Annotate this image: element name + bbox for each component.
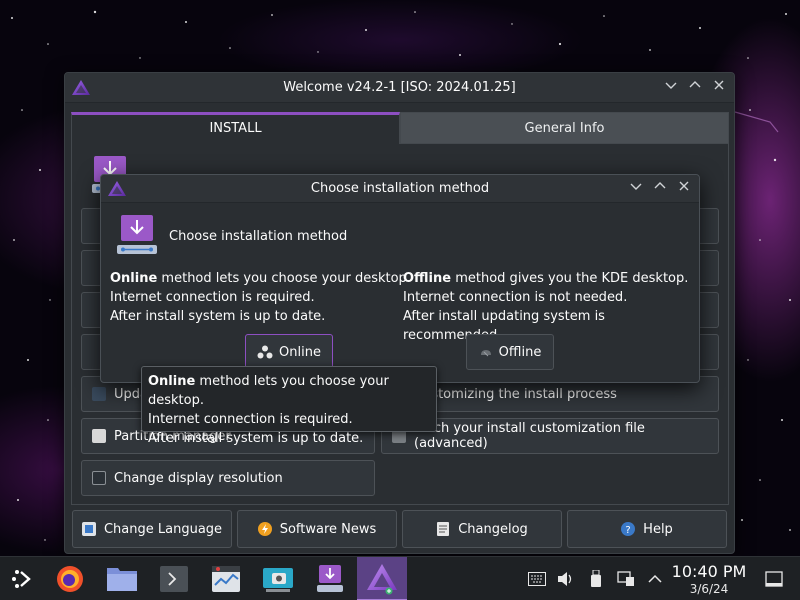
taskbar: 10:40 PM 3/6/24 [0,556,800,600]
fetch-customization-label: Fetch your install customization file (a… [414,421,645,451]
system-monitor-icon [212,566,240,592]
change-resolution-label: Change display resolution [114,470,283,486]
tray-usb[interactable] [586,569,606,589]
clock-date: 3/6/24 [689,582,729,596]
close-icon [679,181,689,191]
online-button[interactable]: Online [245,334,333,370]
lightning-icon [257,522,272,536]
tooltip-line3: After install system is up to date. [148,431,364,446]
change-resolution-button[interactable]: Change display resolution [81,460,375,496]
window-titlebar[interactable]: Welcome v24.2-1 [ISO: 2024.01.25] [65,73,734,103]
close-icon [714,80,724,90]
online-button-label: Online [279,344,321,360]
window-title: Welcome v24.2-1 [ISO: 2024.01.25] [283,80,516,95]
firefox-icon [57,566,83,592]
help-button[interactable]: ? Help [567,510,727,548]
online-tooltip: Online method lets you choose your deskt… [141,366,437,446]
offline-button[interactable]: Offline [466,334,554,370]
file-manager-icon [107,568,137,591]
chevron-up-icon [648,574,662,583]
language-icon [81,522,96,536]
dialog-close-button[interactable] [677,180,691,196]
online-bold: Online [110,271,158,286]
software-news-label: Software News [279,521,377,537]
tab-bar: INSTALL General Info [71,112,729,144]
chevron-down-icon [665,82,677,89]
chevron-up-icon [654,182,666,189]
display-icon [92,471,106,485]
tray-keyboard[interactable] [527,569,547,589]
tooltip-line2: Internet connection is required. [148,412,353,427]
software-news-button[interactable]: Software News [237,510,397,548]
tab-install[interactable]: INSTALL [71,112,400,144]
online-line2: Internet connection is required. [110,290,315,305]
taskbar-system-monitor[interactable] [204,557,248,600]
changelog-button[interactable]: Changelog [402,510,562,548]
clock-time: 10:40 PM [671,562,747,581]
taskbar-terminal[interactable] [152,557,196,600]
digital-clock[interactable]: 10:40 PM 3/6/24 [668,563,750,597]
change-language-label: Change Language [103,521,223,537]
network-icon [257,345,273,359]
terminal-icon [160,566,188,592]
offline-icon [480,350,491,357]
help-icon: ? [621,522,636,536]
maximize-button[interactable] [688,79,702,95]
changelog-label: Changelog [458,521,528,537]
online-line3: After install system is up to date. [110,309,326,324]
installer-icon [317,565,343,592]
show-desktop-icon [765,571,783,587]
document-icon [437,522,450,536]
volume-icon [558,572,572,586]
dialog-minimize-button[interactable] [629,180,643,196]
chevron-down-icon [630,183,642,190]
minimize-button[interactable] [664,79,678,95]
chevron-up-icon [689,81,701,88]
application-launcher-icon [12,570,31,588]
dialog-titlebar[interactable]: Choose installation method [101,175,699,203]
show-desktop-button[interactable] [764,569,784,589]
offline-bold: Offline [403,271,452,286]
install-method-dialog: Choose installation method Choose instal… [100,174,700,383]
taskbar-firefox[interactable] [48,557,92,600]
tab-general-info[interactable]: General Info [400,112,729,144]
dialog-maximize-button[interactable] [653,180,667,196]
customizing-install-label: Customizing the install process [414,386,617,402]
dialog-title: Choose installation method [310,181,490,196]
usb-drive-icon [591,570,601,587]
taskbar-screenshot[interactable] [256,557,300,600]
tray-expand[interactable] [645,569,665,589]
dialog-heading: Choose installation method [169,229,348,244]
offline-line1: method gives you the KDE desktop. [451,271,689,286]
taskbar-installer[interactable] [308,557,352,600]
tooltip-bold: Online [148,374,196,389]
tray-volume[interactable] [556,569,576,589]
online-description: Online method lets you choose your deskt… [110,269,411,326]
screenshot-icon [263,568,293,592]
application-launcher[interactable] [0,557,44,600]
close-button[interactable] [712,79,726,95]
help-label: Help [643,521,673,537]
welcome-icon [367,564,397,595]
change-language-button[interactable]: Change Language [72,510,232,548]
svg-text:?: ? [626,525,631,536]
network-wired-icon [617,571,634,586]
online-line1: method lets you choose your desktop. [157,271,411,286]
taskbar-welcome[interactable] [357,557,407,600]
disk-icon [92,429,106,443]
mirror-icon [92,387,106,401]
offline-line2: Internet connection is not needed. [403,290,628,305]
keyboard-icon [528,572,546,586]
taskbar-file-manager[interactable] [100,557,144,600]
tray-network[interactable] [616,569,636,589]
offline-button-label: Offline [498,344,542,360]
installer-icon [117,215,157,254]
